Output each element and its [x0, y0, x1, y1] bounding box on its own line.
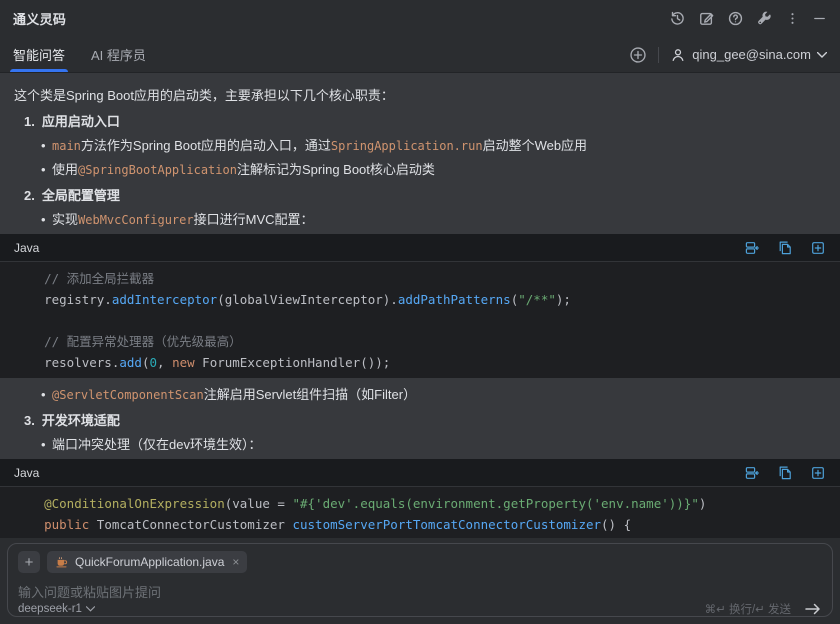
settings-wrench-icon[interactable]: [756, 10, 773, 27]
code-line: // 添加全局拦截器: [14, 271, 155, 286]
chevron-down-icon: [817, 51, 827, 58]
text-segment: 这个类是Spring Boot应用的启动类，主要承担以下几个核心职责：: [14, 88, 394, 103]
list-item-bullet: @ServletComponentScan注解启用Servlet组件扫描（如Fi…: [41, 385, 826, 405]
tabbar-right: qing_gee@sina.com: [629, 37, 827, 72]
text-segment: 使用: [52, 162, 79, 177]
list-item-numbered: 2. 全局配置管理: [24, 186, 826, 206]
tab-label: 智能问答: [13, 48, 66, 63]
plus-circle-icon[interactable]: [629, 46, 647, 64]
list-item-bullet: 实现WebMvcConfigurer接口进行MVC配置：: [41, 210, 826, 230]
list-item-title: 全局配置管理: [41, 188, 120, 203]
titlebar-actions: [669, 10, 827, 27]
message-paragraph: 这个类是Spring Boot应用的启动类，主要承担以下几个核心职责：: [14, 86, 826, 106]
insert-new-file-button[interactable]: [810, 465, 826, 481]
list-item-numbered: 3. 开发环境适配: [24, 411, 826, 431]
model-name: deepseek-r1: [18, 603, 82, 615]
code-block-body: // 添加全局拦截器 registry.addInterceptor(globa…: [0, 262, 840, 378]
code-line: public TomcatConnectorCustomizer customS…: [44, 517, 632, 532]
code-actions: [744, 465, 826, 481]
composer-box: + QuickForumApplication.java × 输入问题或粘贴图片…: [7, 543, 833, 617]
list-item-numbered: 1. 应用启动入口: [24, 112, 826, 132]
account-menu[interactable]: qing_gee@sina.com: [670, 47, 827, 63]
code-line: @ConditionalOnExpression(value = "#{'dev…: [44, 496, 707, 511]
list-item-bullet: 端口冲突处理（仅在dev环境生效）：: [41, 435, 826, 455]
composer-area: + QuickForumApplication.java × 输入问题或粘贴图片…: [0, 538, 840, 624]
code-actions: [744, 240, 826, 256]
chat-input[interactable]: 输入问题或粘贴图片提问: [18, 582, 822, 601]
add-context-button[interactable]: +: [18, 551, 40, 573]
code-block-header: Java: [0, 459, 840, 487]
code-block-header: Java: [0, 234, 840, 262]
inline-code: @ServletComponentScan: [52, 388, 204, 402]
list-number: 2.: [24, 188, 35, 203]
keyboard-hint: ⌘↵ 换行/↵ 发送: [704, 604, 791, 616]
history-icon[interactable]: [669, 10, 686, 27]
tab-bar: 智能问答 AI 程序员 qing_gee@sina.com: [0, 37, 840, 73]
list-item-title: 开发环境适配: [41, 413, 120, 428]
list-item-bullet: main方法作为Spring Boot应用的启动入口，通过SpringAppli…: [41, 136, 826, 156]
context-chips: + QuickForumApplication.java ×: [18, 551, 822, 573]
code-block: Java @ConditionalOnExpression(value = "#…: [0, 459, 840, 538]
code-language-label: Java: [14, 465, 40, 480]
list-item-title: 应用启动入口: [41, 114, 120, 129]
text-segment: 启动整个Web应用: [482, 138, 588, 153]
text-segment: 接口进行MVC配置：: [193, 212, 314, 227]
inline-code: @SpringBootApplication: [78, 163, 237, 177]
help-icon[interactable]: [727, 10, 744, 27]
copy-code-button[interactable]: [777, 465, 793, 481]
text-segment: 注解启用Servlet组件扫描（如Filter）: [203, 387, 417, 402]
account-email: qing_gee@sina.com: [692, 47, 811, 62]
context-file-chip[interactable]: QuickForumApplication.java ×: [47, 551, 248, 573]
text-segment: 端口冲突处理（仅在dev环境生效）：: [52, 437, 262, 452]
chat-messages: 这个类是Spring Boot应用的启动类，主要承担以下几个核心职责： 1. 应用启…: [0, 73, 840, 538]
copy-code-button[interactable]: [777, 240, 793, 256]
list-number: 3.: [24, 413, 35, 428]
code-line: // 配置异常处理器（优先级最高）: [14, 334, 242, 349]
tab-label: AI 程序员: [91, 48, 146, 63]
inline-code: SpringApplication.run: [330, 139, 483, 153]
new-chat-icon[interactable]: [698, 10, 715, 27]
code-line: resolvers.add(0, new ForumExceptionHandl…: [14, 355, 391, 370]
insert-new-file-button[interactable]: [810, 240, 826, 256]
more-icon[interactable]: [785, 11, 800, 26]
java-coffee-icon: [55, 555, 69, 569]
code-block: Java // 添加全局拦截器 registry.addInterceptor(…: [0, 234, 840, 378]
insert-code-button[interactable]: [744, 465, 760, 481]
divider: [658, 46, 660, 63]
text-segment: 注解标记为Spring Boot核心启动类: [236, 162, 435, 177]
inline-code: main: [52, 139, 81, 153]
code-line: registry.addInterceptor(globalViewInterc…: [14, 292, 571, 307]
context-file-name: QuickForumApplication.java: [75, 555, 225, 569]
tab-smart-qa[interactable]: 智能问答: [9, 37, 69, 72]
code-block-body: @ConditionalOnExpression(value = "#{'dev…: [0, 487, 840, 538]
model-selector[interactable]: deepseek-r1: [18, 603, 95, 615]
inline-code: WebMvcConfigurer: [78, 213, 194, 227]
app-title: 通义灵码: [13, 12, 67, 27]
send-arrow-icon[interactable]: [804, 602, 822, 616]
list-number: 1.: [24, 114, 35, 129]
chip-close-icon[interactable]: ×: [232, 555, 239, 569]
user-icon: [670, 47, 686, 63]
text-segment: 方法作为Spring Boot应用的启动入口，通过: [80, 138, 331, 153]
text-segment: 实现: [52, 212, 79, 227]
insert-code-button[interactable]: [744, 240, 760, 256]
list-item-bullet: 使用@SpringBootApplication注解标记为Spring Boot…: [41, 160, 826, 180]
composer-footer: deepseek-r1 ⌘↵ 换行/↵ 发送: [18, 601, 822, 617]
minimize-icon[interactable]: [812, 11, 827, 26]
title-bar: 通义灵码: [0, 0, 840, 37]
tab-ai-programmer[interactable]: AI 程序员: [91, 37, 146, 72]
code-language-label: Java: [14, 240, 40, 255]
